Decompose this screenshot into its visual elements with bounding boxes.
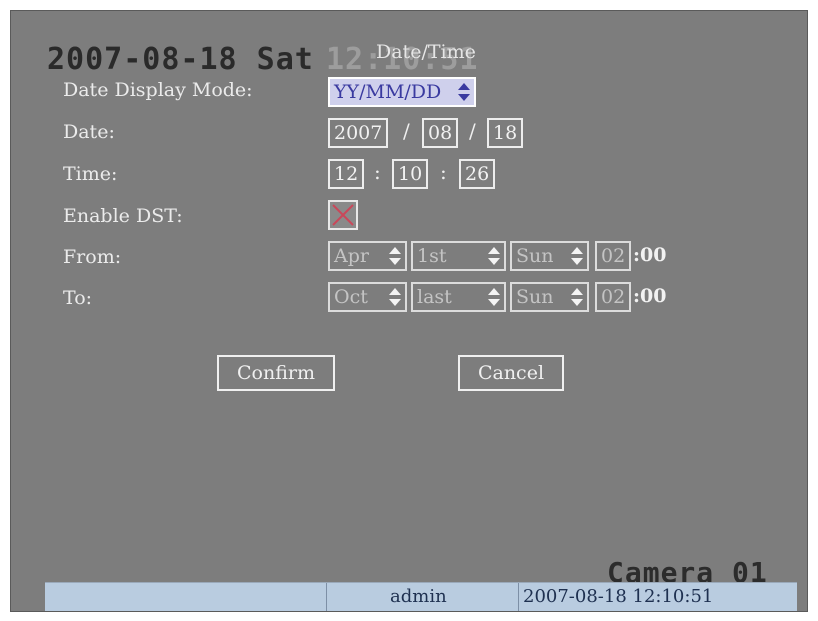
osd-date: 2007-08-18 Sat xyxy=(47,42,314,77)
from-minute-suffix: :00 xyxy=(633,244,667,266)
updown-arrow-icon xyxy=(488,288,500,306)
hour-field[interactable]: 12 xyxy=(328,159,365,189)
cross-icon xyxy=(332,204,354,226)
from-month-value: Apr xyxy=(334,245,369,267)
to-day-value: Sun xyxy=(516,286,554,308)
dvr-screen: 2007-08-18 Sat 12:10:51 Date/Time Date D… xyxy=(10,10,808,612)
time-label: Time: xyxy=(63,163,118,185)
date-separator: / xyxy=(403,119,410,143)
month-field[interactable]: 08 xyxy=(422,118,459,148)
status-divider xyxy=(518,583,519,611)
from-label: From: xyxy=(63,246,122,268)
updown-arrow-icon xyxy=(571,288,583,306)
to-label: To: xyxy=(63,287,93,309)
updown-arrow-icon xyxy=(389,288,401,306)
status-datetime: 2007-08-18 12:10:51 xyxy=(523,586,714,607)
from-month-select[interactable]: Apr xyxy=(328,241,407,271)
updown-arrow-icon xyxy=(389,247,401,265)
to-week-select[interactable]: last xyxy=(411,282,506,312)
minute-field[interactable]: 10 xyxy=(392,159,429,189)
time-separator: : xyxy=(440,160,447,184)
confirm-button[interactable]: Confirm xyxy=(217,355,335,391)
updown-arrow-icon xyxy=(488,247,500,265)
from-day-value: Sun xyxy=(516,245,554,267)
time-separator: : xyxy=(374,160,381,184)
to-minute-suffix: :00 xyxy=(633,285,667,307)
date-mode-select[interactable]: YY/MM/DD xyxy=(328,77,476,107)
dst-checkbox[interactable] xyxy=(328,200,358,230)
cancel-button[interactable]: Cancel xyxy=(458,355,564,391)
to-month-select[interactable]: Oct xyxy=(328,282,407,312)
dialog-title: Date/Time xyxy=(376,41,476,63)
day-field[interactable]: 18 xyxy=(487,118,524,148)
from-week-value: 1st xyxy=(417,245,447,267)
date-separator: / xyxy=(469,119,476,143)
updown-arrow-icon xyxy=(458,83,470,101)
to-day-select[interactable]: Sun xyxy=(510,282,589,312)
dst-label: Enable DST: xyxy=(63,205,183,227)
updown-arrow-icon xyxy=(571,247,583,265)
from-week-select[interactable]: 1st xyxy=(411,241,506,271)
from-hour-field[interactable]: 02 xyxy=(595,241,632,271)
to-hour-field[interactable]: 02 xyxy=(595,282,632,312)
date-label: Date: xyxy=(63,121,115,143)
second-field[interactable]: 26 xyxy=(459,159,496,189)
status-divider xyxy=(326,583,327,611)
date-mode-value: YY/MM/DD xyxy=(334,81,442,103)
from-day-select[interactable]: Sun xyxy=(510,241,589,271)
status-user: admin xyxy=(390,586,447,607)
to-month-value: Oct xyxy=(334,286,368,308)
date-mode-label: Date Display Mode: xyxy=(63,79,253,101)
to-week-value: last xyxy=(417,286,452,308)
osd-date-text: 2007-08-18 Sat xyxy=(47,42,314,77)
status-bar: admin 2007-08-18 12:10:51 xyxy=(45,582,797,611)
year-field[interactable]: 2007 xyxy=(328,118,389,148)
